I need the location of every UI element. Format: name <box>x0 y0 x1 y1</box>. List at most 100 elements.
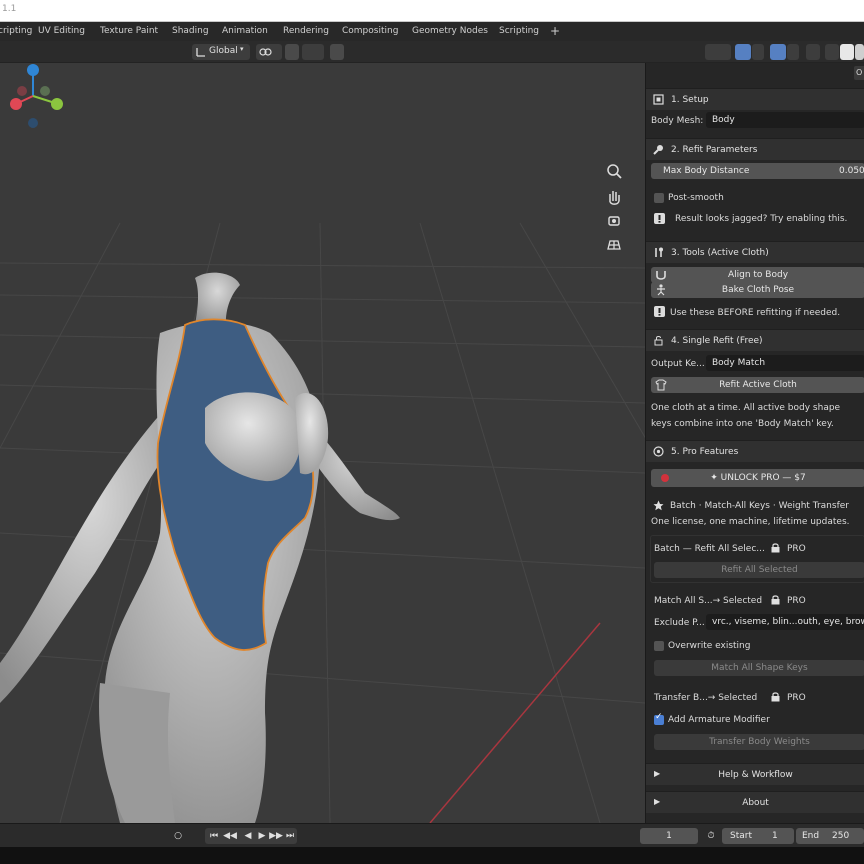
tab-texture-paint[interactable]: Texture Paint <box>100 22 158 41</box>
tab-scripting[interactable]: Scripting <box>499 22 539 41</box>
workspace-tab-bar: cripting UV Editing Texture Paint Shadin… <box>0 22 864 41</box>
max-body-distance-label: Max Body Distance <box>663 166 750 176</box>
max-body-distance-slider[interactable]: Max Body Distance 0.0500 <box>651 163 864 179</box>
section-about-header[interactable]: ▶ About <box>646 791 864 813</box>
refit-all-selected-button[interactable]: Refit All Selected <box>654 562 864 578</box>
section-refit-params-header[interactable]: 2. Refit Parameters <box>646 138 864 160</box>
end-frame-field[interactable]: End 250 <box>796 828 864 844</box>
refit-active-cloth-label: Refit Active Cloth <box>719 380 797 390</box>
viewport-scene <box>0 222 645 823</box>
end-frame-value: 250 <box>832 831 850 841</box>
section-tools-title: 3. Tools (Active Cloth) <box>671 248 769 258</box>
tab-shading[interactable]: Shading <box>172 22 209 41</box>
tab-uv-editing[interactable]: UV Editing <box>38 22 85 41</box>
viewport-header: Global ▾ <box>0 41 864 63</box>
hand-icon[interactable] <box>603 185 625 207</box>
proportional-edit-icon[interactable] <box>330 44 344 60</box>
keyframe-icon[interactable]: ○ <box>172 829 184 843</box>
start-frame-field[interactable]: Start 1 <box>722 828 794 844</box>
current-frame-field[interactable]: 1 <box>640 828 698 844</box>
tab-rendering[interactable]: Rendering <box>283 22 329 41</box>
single-refit-desc-1: One cloth at a time. All active body sha… <box>651 403 841 413</box>
refit-active-cloth-button[interactable]: Refit Active Cloth <box>651 377 864 393</box>
wrench-icon <box>653 145 663 155</box>
tab-animation[interactable]: Animation <box>222 22 268 41</box>
xray-toggle[interactable] <box>806 44 820 60</box>
wireframe-shading-button[interactable] <box>825 44 839 60</box>
tab-geometry-nodes[interactable]: Geometry Nodes <box>412 22 488 41</box>
section-help-header[interactable]: ▶ Help & Workflow <box>646 763 864 785</box>
section-setup-header[interactable]: 1. Setup <box>646 88 864 110</box>
orientation-label: Global <box>209 46 238 56</box>
pro-icon <box>653 446 664 457</box>
x-axis-line <box>429 622 601 823</box>
timeline-bar: ○ ⏮ ◀◀ ◀ ▶ ▶▶ ⏭ 1 ⏱ Start 1 End 250 <box>0 823 864 847</box>
section-pro-header[interactable]: 5. Pro Features <box>646 440 864 462</box>
material-shading-button[interactable] <box>855 44 864 60</box>
play-icon[interactable]: ▶ <box>255 829 269 843</box>
exclude-field[interactable]: vrc., viseme, blin...outh, eye, brow <box>706 614 864 630</box>
section-single-refit-title: 4. Single Refit (Free) <box>671 336 763 346</box>
section-setup-title: 1. Setup <box>671 95 709 105</box>
zoom-icon[interactable] <box>603 160 625 182</box>
section-tools-header[interactable]: 3. Tools (Active Cloth) <box>646 241 864 263</box>
add-armature-label: Add Armature Modifier <box>668 715 770 725</box>
tab-scripting-left[interactable]: cripting <box>0 22 32 41</box>
visibility-dropdown[interactable] <box>705 44 731 60</box>
unlock-pro-button[interactable]: ✦ UNLOCK PRO — $7 <box>651 469 864 487</box>
gizmo-x-axis[interactable] <box>10 98 22 110</box>
output-key-field[interactable]: Body Match <box>706 355 864 371</box>
output-key-label: Output Ke... <box>651 359 705 369</box>
setup-icon <box>653 94 664 105</box>
transform-orientation-dropdown[interactable]: Global ▾ <box>192 44 250 60</box>
post-smooth-checkbox[interactable] <box>654 193 664 203</box>
section-refit-params-title: 2. Refit Parameters <box>671 145 758 155</box>
snap-target-dropdown[interactable] <box>302 44 324 60</box>
transfer-body-weights-button[interactable]: Transfer Body Weights <box>654 734 864 750</box>
app-version: 1.1 <box>2 4 17 14</box>
gizmo-toggle[interactable] <box>735 44 751 60</box>
body-mesh-field[interactable]: Body <box>706 112 864 128</box>
overwrite-existing-checkbox[interactable] <box>654 641 664 651</box>
add-armature-checkbox[interactable] <box>654 712 664 725</box>
overwrite-existing-label: Overwrite existing <box>668 641 751 651</box>
playback-controls: ⏮ ◀◀ ◀ ▶ ▶▶ ⏭ <box>205 828 297 844</box>
sidebar-tab[interactable]: O <box>854 66 864 80</box>
3d-viewport[interactable] <box>0 63 645 823</box>
gizmo-y-axis[interactable] <box>51 98 63 110</box>
tools-icon <box>655 247 663 257</box>
lock-icon <box>771 692 780 702</box>
chevron-down-icon: ▾ <box>240 45 244 53</box>
gizmo-z-axis[interactable] <box>27 64 39 76</box>
solid-shading-button[interactable] <box>840 44 854 60</box>
pose-icon <box>657 284 665 296</box>
star-icon <box>653 500 664 511</box>
unlock-dot-icon <box>661 474 669 482</box>
unlock-pro-label: ✦ UNLOCK PRO — $7 <box>710 473 806 483</box>
gizmo-chevron-icon[interactable] <box>752 44 764 60</box>
section-single-refit-header[interactable]: 4. Single Refit (Free) <box>646 329 864 351</box>
next-keyframe-icon[interactable]: ▶▶ <box>269 829 283 843</box>
navigation-gizmo[interactable] <box>0 63 66 129</box>
grid-icon[interactable] <box>603 233 625 255</box>
align-to-body-button[interactable]: Align to Body <box>651 267 864 283</box>
snap-icon[interactable] <box>285 44 299 60</box>
overlay-chevron-icon[interactable] <box>787 44 799 60</box>
play-reverse-icon[interactable]: ◀ <box>241 829 255 843</box>
info-icon <box>654 306 665 317</box>
single-refit-desc-2: keys combine into one 'Body Match' key. <box>651 419 834 429</box>
pivot-dropdown[interactable] <box>256 44 282 60</box>
match-all-shape-keys-button[interactable]: Match All Shape Keys <box>654 660 864 676</box>
tab-compositing[interactable]: Compositing <box>342 22 398 41</box>
exclude-label: Exclude P... <box>654 618 705 628</box>
overlay-toggle[interactable] <box>770 44 786 60</box>
stopwatch-icon[interactable]: ⏱ <box>704 829 718 843</box>
bake-cloth-pose-button[interactable]: Bake Cloth Pose <box>651 282 864 298</box>
jump-end-icon[interactable]: ⏭ <box>283 829 297 843</box>
add-workspace-button[interactable]: + <box>550 22 560 41</box>
camera-icon[interactable] <box>603 209 625 231</box>
lock-icon <box>654 336 663 346</box>
jump-start-icon[interactable]: ⏮ <box>207 829 221 843</box>
tshirt-icon <box>655 379 667 391</box>
prev-keyframe-icon[interactable]: ◀◀ <box>223 829 237 843</box>
